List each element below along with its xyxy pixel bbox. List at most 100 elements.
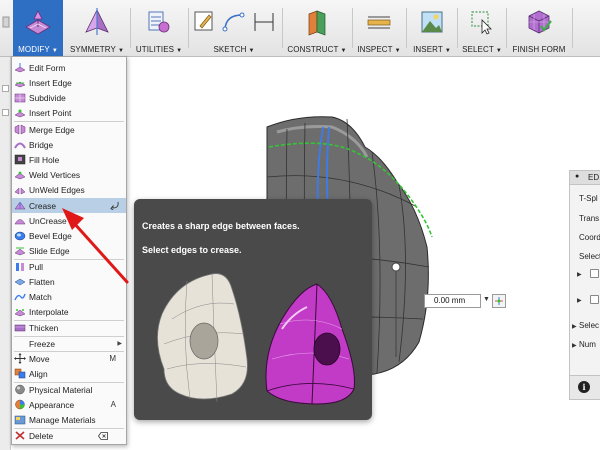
panel-row-label: T-Spl bbox=[579, 194, 598, 203]
insert-point-icon bbox=[14, 109, 26, 118]
toolbar-insert[interactable]: INSERT ▼ bbox=[409, 0, 455, 57]
toolbar-inspect-label: INSPECT bbox=[357, 45, 393, 54]
menu-item-label: Fill Hole bbox=[29, 154, 60, 165]
menu-item-flatten[interactable]: Flatten bbox=[12, 274, 126, 289]
value-dropdown-icon[interactable]: ▼ bbox=[483, 296, 490, 303]
menu-item-thicken[interactable]: Thicken bbox=[12, 320, 126, 335]
menu-item-pull[interactable]: Pull bbox=[12, 259, 126, 274]
panel-toggle-icon[interactable] bbox=[2, 85, 9, 92]
menu-item-uncrease[interactable]: UnCrease bbox=[12, 213, 126, 228]
toolbar-finish-form[interactable]: FINISH FORM bbox=[509, 0, 569, 57]
toolbar-construct-label: CONSTRUCT bbox=[287, 45, 339, 54]
merge-edge-icon bbox=[14, 124, 26, 135]
menu-handle-icon bbox=[2, 16, 9, 28]
toolbar-left-stub[interactable] bbox=[0, 0, 11, 57]
menu-item-insert-point[interactable]: Insert Point bbox=[12, 105, 126, 120]
menu-item-merge-edge[interactable]: Merge Edge bbox=[12, 122, 126, 137]
chevron-down-icon: ▼ bbox=[444, 48, 451, 54]
panel-footer: i bbox=[570, 375, 600, 399]
menu-item-label: Freeze bbox=[29, 338, 56, 349]
toolbar-sketch[interactable]: SKETCH ▼ bbox=[190, 0, 278, 57]
pull-icon bbox=[16, 263, 24, 271]
menu-item-bevel-edge[interactable]: Bevel Edge bbox=[12, 228, 126, 243]
menu-item-bridge[interactable]: Bridge bbox=[12, 137, 126, 152]
match-icon bbox=[14, 293, 26, 301]
panel-checkbox[interactable] bbox=[590, 295, 599, 304]
toolbar-select[interactable]: SELECT ▼ bbox=[460, 0, 504, 57]
chevron-down-icon: ▼ bbox=[394, 48, 401, 54]
menu-item-weld-vertices[interactable]: Weld Vertices bbox=[12, 167, 126, 182]
menu-item-label: Move bbox=[29, 353, 50, 364]
menu-item-label: Match bbox=[29, 291, 52, 302]
expand-triangle-icon[interactable]: ▶ bbox=[572, 342, 577, 349]
toolbar-modify[interactable]: MODIFY ▼ bbox=[13, 0, 63, 57]
toolbar-divider bbox=[282, 8, 283, 48]
menu-item-label: Insert Point bbox=[29, 107, 72, 118]
expand-triangle-icon[interactable]: ▶ bbox=[572, 323, 577, 330]
menu-item-label: Merge Edge bbox=[29, 124, 75, 135]
panel-header[interactable]: ● ED bbox=[570, 171, 600, 185]
unweld-edges-icon bbox=[14, 187, 26, 195]
panel-toggle-icon[interactable] bbox=[2, 109, 9, 116]
crease-value-input[interactable]: 0.00 mm bbox=[424, 294, 481, 308]
menu-item-delete[interactable]: Delete bbox=[12, 428, 126, 443]
undo-arrow-icon bbox=[110, 201, 119, 210]
menu-item-appearance[interactable]: Appearance A bbox=[12, 397, 126, 412]
menu-item-physical-material[interactable]: Physical Material bbox=[12, 382, 126, 397]
move-gizmo-icon bbox=[495, 297, 503, 305]
edit-form-panel[interactable]: ● ED T-Spl Trans Coord Select ▶ ▶ ▶ Sele… bbox=[569, 170, 600, 400]
delete-icon bbox=[15, 431, 25, 440]
menu-item-subdivide[interactable]: Subdivide bbox=[12, 90, 126, 105]
sketch-pencil-icon bbox=[194, 11, 213, 31]
submenu-arrow-icon: ▶ bbox=[117, 341, 122, 347]
shortcut-key: M bbox=[109, 354, 116, 363]
toolbar-divider bbox=[188, 8, 189, 48]
menu-item-label: Manage Materials bbox=[29, 414, 96, 425]
expand-triangle-icon[interactable]: ▶ bbox=[577, 297, 582, 304]
toolbar-symmetry[interactable]: SYMMETRY ▼ bbox=[67, 0, 127, 57]
menu-item-match[interactable]: Match bbox=[12, 289, 126, 304]
toolbar-divider bbox=[572, 8, 573, 48]
panel-row-label: Num bbox=[579, 340, 596, 349]
utilities-icon bbox=[148, 11, 170, 33]
panel-collapse-icon[interactable]: ● bbox=[575, 173, 579, 180]
toolbar-modify-label: MODIFY bbox=[18, 45, 50, 54]
tooltip-instruction: Select edges to crease. bbox=[142, 245, 242, 255]
toolbar-select-label: SELECT bbox=[462, 45, 494, 54]
menu-item-align[interactable]: Align bbox=[12, 366, 126, 381]
toolbar-inspect[interactable]: INSPECT ▼ bbox=[355, 0, 403, 57]
info-icon[interactable]: i bbox=[578, 381, 590, 393]
panel-row-label: Selec bbox=[579, 321, 600, 330]
menu-item-label: Pull bbox=[29, 261, 43, 272]
menu-item-crease[interactable]: Crease bbox=[12, 198, 126, 213]
fill-hole-icon bbox=[14, 154, 26, 165]
toolbar-sketch-label: SKETCH bbox=[213, 45, 247, 54]
menu-item-manage-materials[interactable]: Manage Materials bbox=[12, 412, 126, 427]
expand-triangle-icon[interactable]: ▶ bbox=[577, 271, 582, 278]
menu-item-label: UnWeld Edges bbox=[29, 184, 85, 195]
panel-row-label: Coord bbox=[579, 233, 600, 242]
menu-item-label: Bevel Edge bbox=[29, 230, 72, 241]
menu-item-freeze[interactable]: Freeze ▶ bbox=[12, 336, 126, 351]
toolbar-divider bbox=[457, 8, 458, 48]
menu-item-move[interactable]: Move M bbox=[12, 351, 126, 366]
bevel-edge-icon bbox=[14, 231, 26, 241]
menu-item-fill-hole[interactable]: Fill Hole bbox=[12, 152, 126, 167]
toolbar-utilities-label: UTILITIES bbox=[135, 45, 175, 54]
manipulator-toggle-button[interactable] bbox=[492, 294, 506, 308]
panel-title: ED bbox=[588, 173, 600, 182]
toolbar-utilities[interactable]: UTILITIES ▼ bbox=[133, 0, 185, 57]
toolbar-construct[interactable]: CONSTRUCT ▼ bbox=[285, 0, 349, 57]
menu-item-interpolate[interactable]: Interpolate bbox=[12, 304, 126, 319]
menu-item-unweld-edges[interactable]: UnWeld Edges bbox=[12, 182, 126, 197]
insert-edge-icon bbox=[14, 81, 26, 88]
panel-checkbox[interactable] bbox=[590, 269, 599, 278]
uncrease-icon bbox=[14, 219, 26, 225]
appearance-icon bbox=[15, 399, 25, 410]
menu-item-edit-form[interactable]: Edit Form bbox=[12, 60, 126, 75]
toolbar-divider bbox=[352, 8, 353, 48]
menu-item-slide-edge[interactable]: Slide Edge bbox=[12, 243, 126, 258]
menu-item-insert-edge[interactable]: Insert Edge bbox=[12, 75, 126, 90]
menu-item-label: Delete bbox=[29, 430, 54, 441]
panel-row-label: Trans bbox=[579, 214, 600, 223]
